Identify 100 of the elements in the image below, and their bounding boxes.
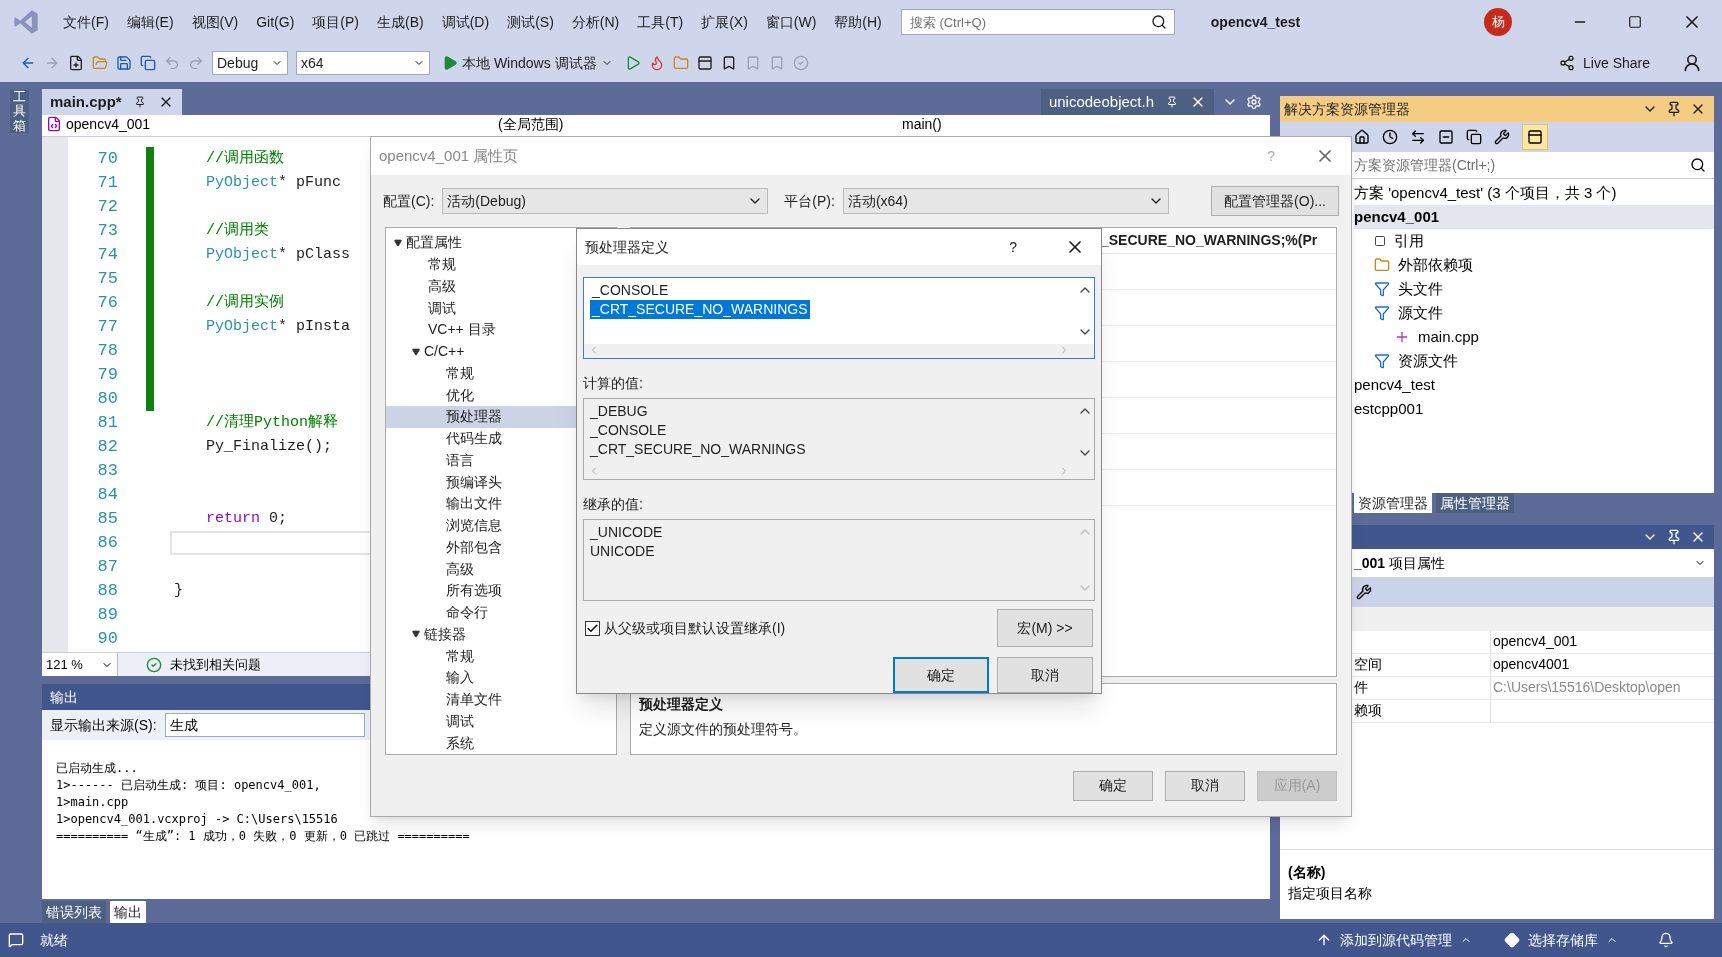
cancel-button[interactable]: 取消 (997, 657, 1093, 693)
collapse-icon[interactable] (1438, 129, 1454, 145)
save-icon[interactable] (116, 55, 132, 71)
preview-toggle[interactable] (1522, 124, 1548, 150)
menu-item[interactable]: 分析(N) (564, 7, 627, 37)
new-item-icon[interactable] (68, 55, 84, 71)
code-line: //调用函数 (206, 148, 284, 169)
window-title: opencv4_test (1210, 12, 1301, 32)
expand-icon[interactable] (412, 347, 420, 356)
output-source-dropdown[interactable]: 生成 (164, 713, 365, 737)
description-title: (名称) (1288, 863, 1327, 882)
description-text: 指定项目名称 (1288, 884, 1373, 903)
menu-item[interactable]: 视图(V) (184, 7, 246, 37)
property-name: 空间 (1354, 656, 1382, 672)
project-dropdown[interactable]: opencv4_001 (66, 115, 151, 133)
menu-item[interactable]: 扩展(X) (694, 7, 755, 37)
definition-entry[interactable]: _CRT_SECURE_NO_WARNINGS (590, 300, 810, 319)
pin-icon[interactable] (1166, 96, 1178, 108)
platform-label: 平台(P): (784, 191, 835, 211)
config-manager-button[interactable]: 配置管理器(O)... (1211, 186, 1339, 216)
values-list[interactable]: _DEBUG _CONSOLE _CRT_SECURE_NO_WARNINGS (583, 398, 1095, 480)
panel-tab[interactable]: 属性管理器 (1436, 493, 1514, 513)
menu-item[interactable]: 编辑(E) (119, 7, 181, 37)
menu-item[interactable]: 工具(T) (630, 7, 691, 37)
expand-icon[interactable] (412, 630, 420, 639)
tree-item[interactable]: 清单文件 (386, 688, 616, 711)
tree-item[interactable]: main.cpp (1354, 325, 1714, 349)
tree-item[interactable]: 系统 (386, 732, 616, 754)
user-avatar[interactable]: 杨 (1484, 8, 1512, 36)
config-dropdown[interactable]: 活动(Debug) (442, 188, 769, 214)
source-control-button[interactable]: 添加到源代码管理 (1316, 929, 1472, 951)
configuration-dropdown[interactable]: Debug (212, 51, 288, 75)
scope-dropdown[interactable]: (全局范围) (482, 115, 782, 133)
menu-item[interactable]: 窗口(W) (758, 7, 824, 37)
menu-item[interactable]: 测试(S) (500, 7, 561, 37)
run-button[interactable]: 本地 Windows 调试器 (438, 52, 617, 74)
dialog-title: opencv4_001 属性页 (379, 145, 519, 166)
tree-item[interactable]: pencv4_test (1354, 373, 1714, 397)
home-icon[interactable] (1354, 129, 1370, 145)
copy-icon[interactable] (1466, 129, 1482, 145)
inherit-checkbox[interactable] (585, 620, 600, 636)
pin-icon[interactable] (1666, 529, 1682, 545)
window-icon[interactable] (696, 55, 713, 71)
pin-icon[interactable] (1666, 101, 1682, 117)
history-icon[interactable] (1382, 129, 1398, 145)
property-value: opencv4001 (1493, 656, 1570, 672)
tree-item[interactable]: 头文件 (1354, 277, 1714, 301)
sync-icon[interactable] (1410, 129, 1426, 145)
wrench-icon[interactable] (1494, 129, 1510, 145)
menu-item[interactable]: 文件(F) (56, 7, 116, 37)
computed-label: 计算的值: (583, 374, 644, 393)
tree-item[interactable]: 外部依赖项 (1354, 253, 1714, 277)
expand-icon[interactable] (394, 238, 402, 247)
wrench-icon[interactable] (1356, 584, 1372, 600)
definition-entry[interactable]: _CONSOLE (590, 281, 671, 300)
play-icon (442, 55, 458, 71)
menu-item[interactable]: 生成(B) (370, 7, 431, 37)
help-button[interactable]: ? (1009, 236, 1017, 258)
dialog-button[interactable]: 确定 (1073, 770, 1153, 801)
notification-icon[interactable] (8, 932, 24, 948)
dialog-button[interactable]: 取消 (1165, 770, 1245, 801)
tree-item[interactable]: 源文件 (1354, 301, 1714, 325)
search-field[interactable]: 搜索 (Ctrl+Q) (900, 9, 1175, 35)
repository-button[interactable]: 选择存储库 (1504, 929, 1618, 951)
editor-tab[interactable]: unicodeobject.h (1040, 89, 1214, 115)
pin-icon[interactable] (133, 96, 146, 108)
tree-item[interactable]: 资源文件 (1354, 349, 1714, 373)
live-share-button[interactable]: Live Share (1551, 52, 1658, 74)
maximize-icon[interactable] (1628, 15, 1642, 29)
platform-dropdown[interactable]: 活动(x64) (842, 188, 1169, 214)
menu-item[interactable]: 项目(P) (305, 7, 366, 37)
computed-value: _CRT_SECURE_NO_WARNINGS (590, 440, 806, 459)
bell-icon[interactable] (1658, 932, 1674, 948)
output-line: 1>main.cpp (56, 794, 129, 811)
save-all-icon[interactable] (140, 55, 156, 71)
tree-item[interactable]: estcpp001 (1354, 397, 1714, 421)
inherited-value: _UNICODE (590, 523, 663, 542)
menu-item[interactable]: 调试(D) (434, 7, 497, 37)
success-icon (146, 656, 162, 673)
back-icon[interactable] (20, 55, 36, 71)
menu-item[interactable]: 帮助(H) (827, 7, 889, 37)
tree-item[interactable]: 方案 'opencv4_test' (3 个项目，共 3 个) (1354, 181, 1714, 205)
ok-button[interactable]: 确定 (893, 657, 989, 693)
panel-tab[interactable]: 资源管理器 (1354, 493, 1432, 513)
menu-item[interactable]: Git(G) (249, 7, 302, 37)
macro-button[interactable]: 宏(M) >> (997, 609, 1093, 647)
editor-tab[interactable]: main.cpp* (42, 89, 182, 115)
output-tab[interactable]: 输出 (110, 901, 146, 923)
values-list[interactable]: _CONSOLE _CRT_SECURE_NO_WARNINGS (583, 277, 1095, 359)
tree-item[interactable]: 调试 (386, 710, 616, 733)
member-dropdown[interactable]: main() (782, 115, 942, 133)
check-icon[interactable] (792, 55, 809, 71)
settings-icon[interactable] (1246, 94, 1262, 110)
tree-item[interactable]: pencv4_001 (1354, 205, 1714, 229)
user-icon[interactable] (1682, 53, 1702, 73)
output-tab[interactable]: 错误列表 (42, 901, 106, 923)
zoom-dropdown[interactable]: 121 % (42, 653, 118, 676)
platform-dropdown[interactable]: x64 (296, 51, 430, 75)
tree-item[interactable]: 引用 (1354, 229, 1714, 253)
toolbox-tab[interactable]: 工具箱 (9, 90, 29, 133)
